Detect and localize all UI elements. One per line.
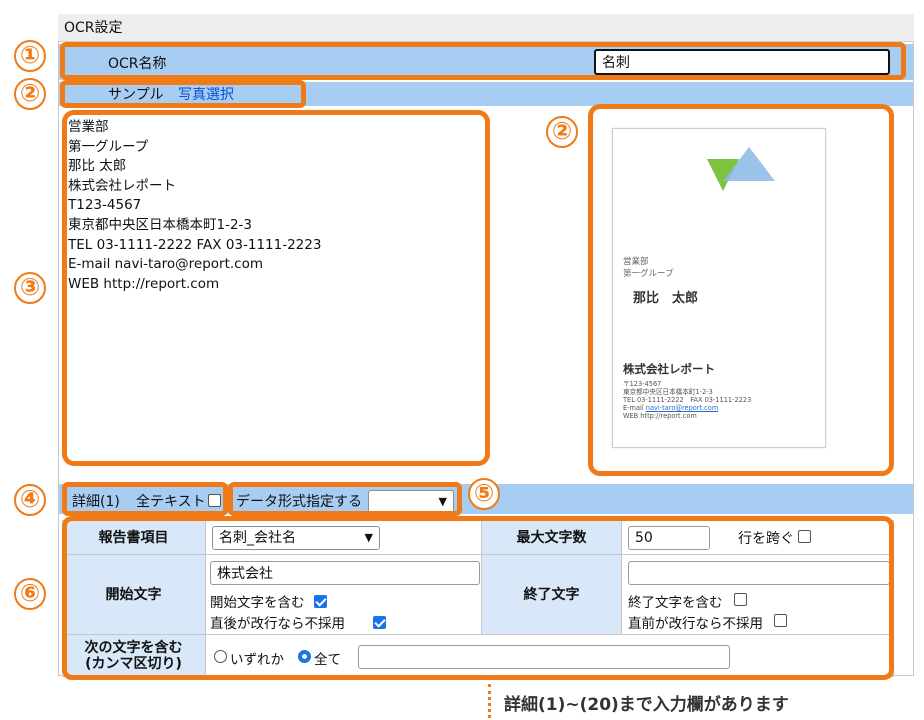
callout-frame-2 [60,80,306,108]
callout-number-5: ⑤ [468,478,500,510]
callout-number-4: ④ [14,484,46,516]
callout-number-6: ⑥ [14,578,46,610]
callout-frame-4 [62,482,228,516]
card-email: navi-taro@report.com [645,404,719,412]
panel-title: OCR設定 [58,14,914,42]
card-dept: 営業部 [623,257,649,267]
callout-number-3: ③ [14,272,46,304]
card-email-label: E-mail [623,404,644,412]
footnote-divider [488,684,491,718]
footnote-text: 詳細(1)~(20)まで入力欄があります [504,695,789,715]
card-logo-icon [707,147,775,191]
callout-number-1: ① [14,40,46,72]
business-card-image: 営業部 第一グループ 那比 太郎 株式会社レポート 〒123-4567 東京都中… [612,128,826,448]
card-address: 東京都中央区日本橋本町1-2-3 [623,388,713,396]
callout-frame-6 [62,516,894,680]
card-web: WEB http://report.com [623,412,697,420]
card-company: 株式会社レポート [623,362,715,376]
card-email-row: E-mail navi-taro@report.com [623,404,718,412]
callout-frame-3 [62,110,490,466]
card-tel: TEL 03-1111-2222 FAX 03-1111-2223 [623,396,752,404]
callout-frame-1 [60,42,906,80]
card-postal: 〒123-4567 [623,380,662,388]
card-group: 第一グループ [623,269,674,279]
callout-frame-5 [228,482,462,516]
callout-number-2: ② [14,78,46,110]
card-name: 那比 太郎 [633,291,699,306]
callout-number-2b: ② [546,116,578,148]
